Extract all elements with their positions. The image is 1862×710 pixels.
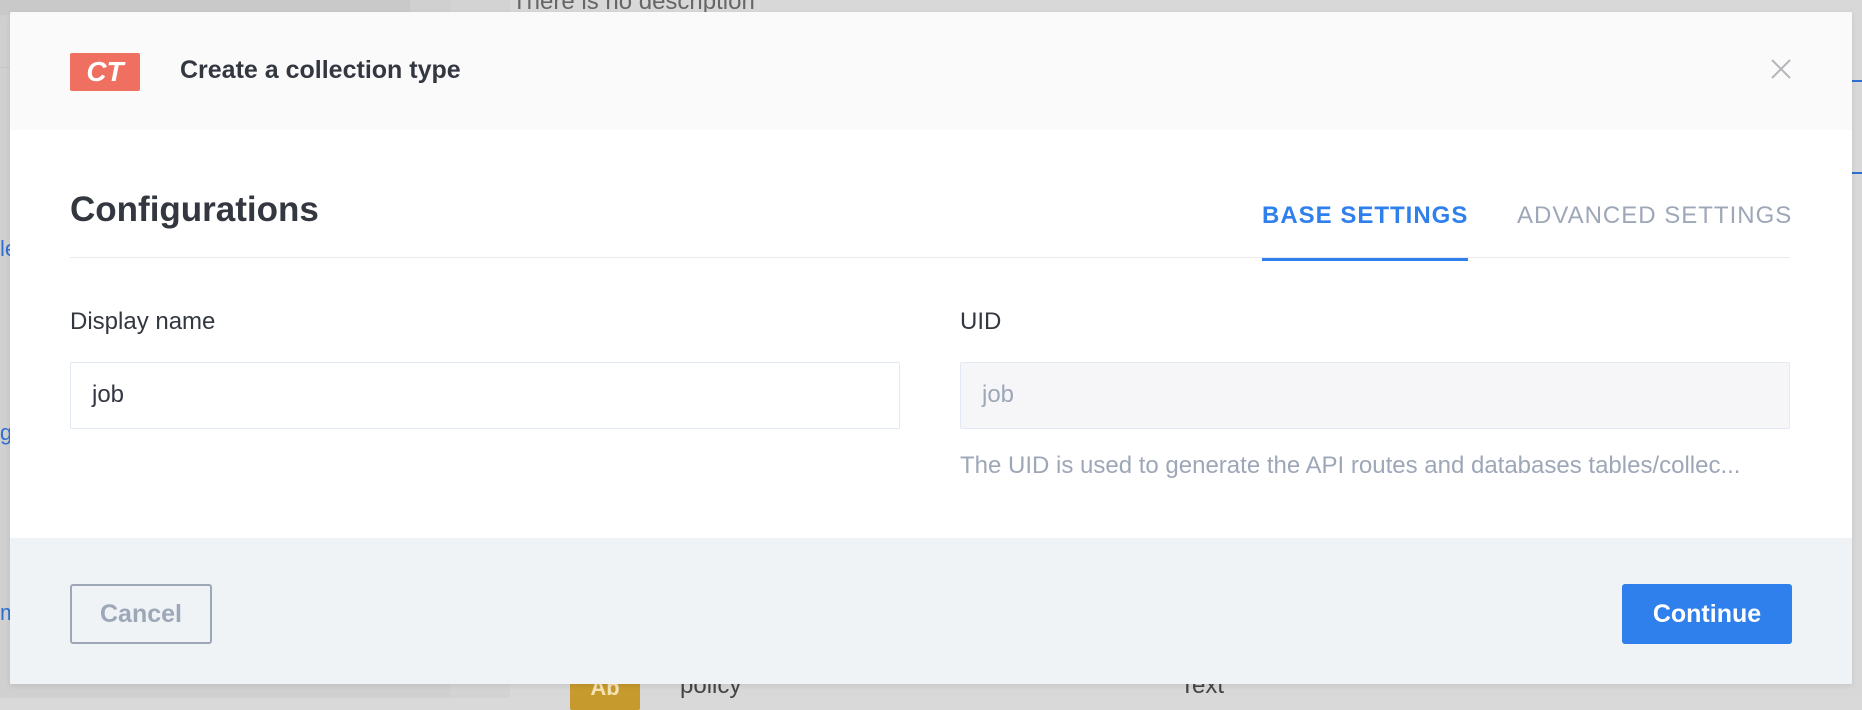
background-accent-line: [1852, 172, 1862, 174]
collection-type-badge: CT: [70, 53, 140, 91]
uid-label: UID: [960, 308, 1001, 336]
display-name-value: job: [92, 381, 124, 409]
uid-input: job: [960, 362, 1790, 429]
tab-advanced-settings[interactable]: ADVANCED SETTINGS: [1517, 202, 1792, 250]
cancel-button[interactable]: Cancel: [70, 584, 212, 644]
section-title: Configurations: [70, 190, 319, 230]
display-name-input[interactable]: job: [70, 362, 900, 429]
uid-help-text: The UID is used to generate the API rout…: [960, 452, 1790, 480]
continue-button[interactable]: Continue: [1622, 584, 1792, 644]
modal-header: CT Create a collection type: [10, 12, 1852, 130]
close-icon: [1766, 54, 1796, 84]
tabs-divider: [70, 257, 1790, 258]
modal-footer: Cancel Continue: [10, 538, 1852, 684]
display-name-label: Display name: [70, 308, 215, 336]
modal-title: Create a collection type: [180, 56, 461, 85]
background-accent-line: [1852, 80, 1862, 82]
close-button[interactable]: [1766, 54, 1796, 84]
tab-base-settings[interactable]: BASE SETTINGS: [1262, 202, 1468, 261]
uid-value: job: [982, 381, 1014, 409]
create-collection-type-modal: CT Create a collection type Configuratio…: [10, 12, 1852, 684]
